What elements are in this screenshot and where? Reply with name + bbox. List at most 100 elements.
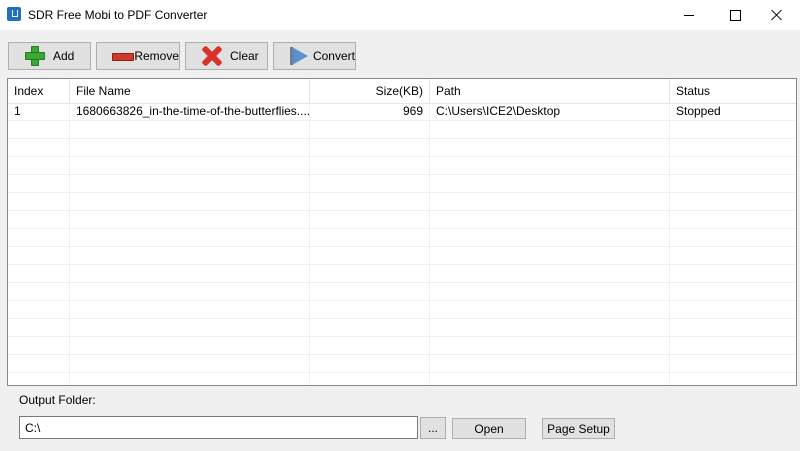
empty-cell xyxy=(310,193,430,210)
empty-cell xyxy=(670,121,796,138)
empty-cell xyxy=(670,211,796,228)
close-icon xyxy=(771,9,783,21)
minimize-icon xyxy=(684,14,694,16)
empty-table-row xyxy=(8,229,796,247)
empty-cell xyxy=(8,319,70,336)
empty-cell xyxy=(670,337,796,354)
column-header-size[interactable]: Size(KB) xyxy=(310,79,430,103)
column-header-file-name[interactable]: File Name xyxy=(70,79,310,103)
empty-cell xyxy=(430,319,670,336)
empty-cell xyxy=(430,211,670,228)
empty-cell xyxy=(70,121,310,138)
app-download-icon[interactable] xyxy=(7,7,21,21)
convert-button[interactable]: Convert xyxy=(273,42,356,70)
empty-table-row xyxy=(8,247,796,265)
empty-cell xyxy=(310,373,430,385)
empty-cell xyxy=(670,229,796,246)
table-header: Index File Name Size(KB) Path Status xyxy=(8,79,796,104)
empty-cell xyxy=(8,283,70,300)
empty-table-row xyxy=(8,139,796,157)
convert-play-icon xyxy=(288,45,308,67)
column-header-path[interactable]: Path xyxy=(430,79,670,103)
open-button[interactable]: Open xyxy=(452,418,526,439)
maximize-button[interactable] xyxy=(712,0,758,30)
empty-cell xyxy=(430,355,670,372)
empty-table-row xyxy=(8,175,796,193)
empty-cell xyxy=(670,247,796,264)
minimize-button[interactable] xyxy=(666,0,712,30)
empty-cell xyxy=(310,319,430,336)
empty-cell xyxy=(8,175,70,192)
empty-cell xyxy=(310,211,430,228)
plus-icon xyxy=(23,45,47,67)
empty-table-row xyxy=(8,301,796,319)
empty-cell xyxy=(70,301,310,318)
empty-table-row xyxy=(8,283,796,301)
empty-cell xyxy=(670,193,796,210)
page-setup-button[interactable]: Page Setup xyxy=(542,418,615,439)
empty-table-row xyxy=(8,211,796,229)
empty-cell xyxy=(70,373,310,385)
close-button[interactable] xyxy=(754,0,800,30)
empty-cell xyxy=(8,373,70,385)
empty-table-row xyxy=(8,157,796,175)
clear-button[interactable]: Clear xyxy=(185,42,268,70)
empty-cell xyxy=(430,265,670,282)
cell-size: 969 xyxy=(310,103,430,120)
empty-cell xyxy=(430,121,670,138)
empty-cell xyxy=(70,265,310,282)
remove-button[interactable]: Remove xyxy=(96,42,180,70)
empty-cell xyxy=(8,355,70,372)
minus-icon xyxy=(111,45,135,67)
table-body: 1 1680663826_in-the-time-of-the-butterfl… xyxy=(8,103,796,385)
empty-cell xyxy=(310,247,430,264)
empty-cell xyxy=(310,265,430,282)
empty-cell xyxy=(430,157,670,174)
empty-cell xyxy=(70,337,310,354)
empty-cell xyxy=(70,193,310,210)
column-header-status[interactable]: Status xyxy=(670,79,796,103)
empty-cell xyxy=(310,157,430,174)
empty-cell xyxy=(8,265,70,282)
empty-cell xyxy=(8,139,70,156)
output-folder-input[interactable] xyxy=(19,416,418,439)
convert-button-label: Convert xyxy=(312,49,355,63)
browse-button[interactable]: ... xyxy=(420,417,446,439)
cell-index: 1 xyxy=(8,103,70,120)
empty-cell xyxy=(8,121,70,138)
empty-cell xyxy=(430,247,670,264)
cell-file-name: 1680663826_in-the-time-of-the-butterflie… xyxy=(70,103,310,120)
maximize-icon xyxy=(729,9,741,21)
empty-cell xyxy=(430,283,670,300)
cell-status: Stopped xyxy=(670,103,796,120)
table-row[interactable]: 1 1680663826_in-the-time-of-the-butterfl… xyxy=(8,103,796,121)
empty-cell xyxy=(8,337,70,354)
empty-cell xyxy=(70,175,310,192)
clear-button-label: Clear xyxy=(230,49,259,63)
add-button[interactable]: Add xyxy=(8,42,91,70)
empty-cell xyxy=(70,283,310,300)
file-list-table[interactable]: Index File Name Size(KB) Path Status 1 1… xyxy=(7,78,797,386)
empty-cell xyxy=(670,175,796,192)
column-header-index[interactable]: Index xyxy=(8,79,70,103)
empty-cell xyxy=(70,139,310,156)
empty-cell xyxy=(670,373,796,385)
clear-x-icon xyxy=(200,45,224,67)
empty-cell xyxy=(8,193,70,210)
empty-cell xyxy=(70,247,310,264)
empty-cell xyxy=(8,229,70,246)
empty-cell xyxy=(430,175,670,192)
empty-cell xyxy=(70,319,310,336)
window-title: SDR Free Mobi to PDF Converter xyxy=(28,8,208,22)
empty-cell xyxy=(310,337,430,354)
empty-cell xyxy=(430,301,670,318)
empty-table-row xyxy=(8,355,796,373)
empty-cell xyxy=(310,121,430,138)
empty-cell xyxy=(70,157,310,174)
empty-cell xyxy=(310,283,430,300)
empty-cell xyxy=(670,301,796,318)
empty-cell xyxy=(310,139,430,156)
empty-cell xyxy=(310,301,430,318)
empty-table-row xyxy=(8,265,796,283)
empty-cell xyxy=(8,157,70,174)
